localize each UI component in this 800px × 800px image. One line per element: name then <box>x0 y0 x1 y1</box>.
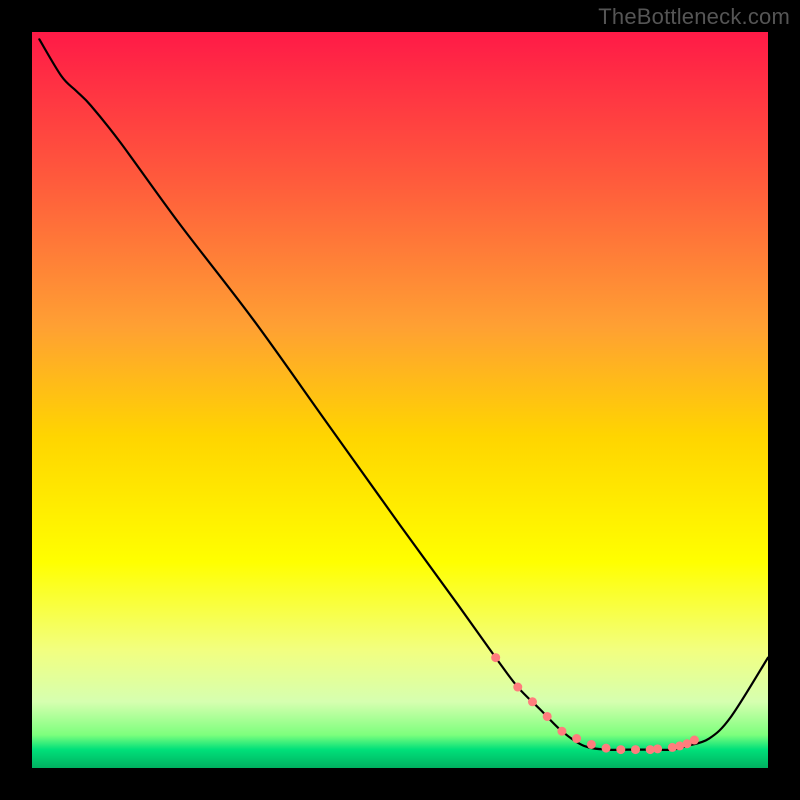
watermark-text: TheBottleneck.com <box>598 4 790 30</box>
highlight-marker <box>543 712 552 721</box>
highlight-marker <box>616 745 625 754</box>
highlight-marker <box>572 734 581 743</box>
highlight-marker <box>631 745 640 754</box>
chart-frame: TheBottleneck.com <box>0 0 800 800</box>
highlight-marker <box>690 736 699 745</box>
highlight-marker <box>513 683 522 692</box>
gradient-background <box>32 32 768 768</box>
chart-svg <box>32 32 768 768</box>
highlight-marker <box>528 697 537 706</box>
highlight-marker <box>587 740 596 749</box>
highlight-marker <box>653 744 662 753</box>
highlight-marker <box>557 727 566 736</box>
highlight-marker <box>491 653 500 662</box>
plot-area <box>32 32 768 768</box>
highlight-marker <box>602 744 611 753</box>
